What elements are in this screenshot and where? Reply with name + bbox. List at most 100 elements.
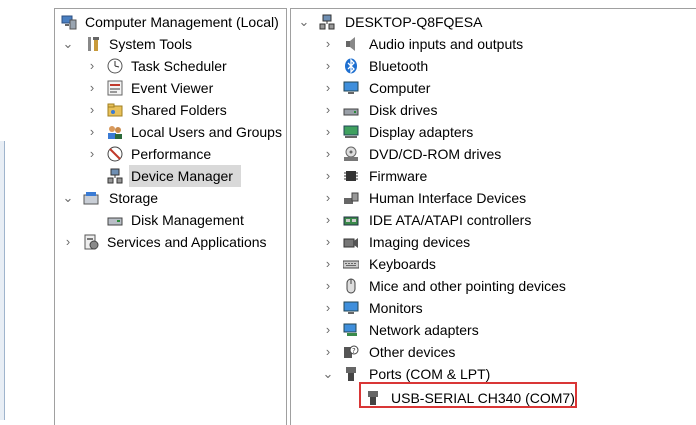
chip-icon	[343, 168, 359, 184]
background-window-edge	[0, 141, 5, 420]
chevron-down-icon[interactable]: ⌄	[297, 11, 311, 33]
tree-label: Disk Management	[131, 212, 244, 228]
unknown-device-icon: ?	[343, 344, 359, 360]
tree-item-shared-folders[interactable]: › Shared Folders	[55, 99, 286, 121]
device-category-mice[interactable]: › Mice and other pointing devices	[291, 275, 696, 297]
chevron-right-icon[interactable]: ›	[321, 165, 335, 187]
tree-label: Human Interface Devices	[369, 190, 527, 206]
chevron-right-icon[interactable]: ›	[321, 55, 335, 77]
tree-label: Disk drives	[369, 102, 438, 118]
chevron-right-icon[interactable]: ›	[85, 99, 99, 121]
clock-icon	[107, 58, 123, 74]
chevron-right-icon[interactable]: ›	[321, 99, 335, 121]
tree-label: Network adapters	[369, 322, 479, 338]
device-category-monitors[interactable]: › Monitors	[291, 297, 696, 319]
tree-item-system-tools[interactable]: ⌄ System Tools	[55, 33, 286, 55]
hid-icon	[343, 190, 359, 206]
chevron-right-icon[interactable]: ›	[321, 33, 335, 55]
chevron-right-icon[interactable]: ›	[321, 297, 335, 319]
tree-label: Bluetooth	[369, 58, 429, 74]
tree-label: Mice and other pointing devices	[369, 278, 566, 294]
device-category-hid[interactable]: › Human Interface Devices	[291, 187, 696, 209]
tree-label: Services and Applications	[107, 234, 267, 250]
tree-label: Event Viewer	[131, 80, 214, 96]
tree-label: Computer	[369, 80, 431, 96]
device-category-other[interactable]: › ? Other devices	[291, 341, 696, 363]
disk-icon	[107, 212, 123, 228]
chevron-down-icon[interactable]: ⌄	[321, 363, 335, 385]
tree-label: Audio inputs and outputs	[369, 36, 524, 52]
tree-label: Keyboards	[369, 256, 436, 272]
device-category-audio[interactable]: › Audio inputs and outputs	[291, 33, 696, 55]
tree-label: Display adapters	[369, 124, 474, 140]
chevron-right-icon[interactable]: ›	[85, 55, 99, 77]
device-category-display-adapters[interactable]: › Display adapters	[291, 121, 696, 143]
tree-item-storage[interactable]: ⌄ Storage	[55, 187, 286, 209]
tree-label: Computer Management (Local)	[85, 14, 279, 30]
chevron-right-icon[interactable]: ›	[321, 253, 335, 275]
chevron-right-icon[interactable]: ›	[321, 77, 335, 99]
tree-item-disk-management[interactable]: Disk Management	[55, 209, 286, 231]
storage-icon	[83, 190, 99, 206]
network-adapter-icon	[343, 322, 359, 338]
tree-label: Task Scheduler	[131, 58, 227, 74]
monitor-icon	[343, 80, 359, 96]
tree-item-desktop-root[interactable]: ⌄ DESKTOP-Q8FQESA	[291, 11, 696, 33]
device-category-ide[interactable]: › IDE ATA/ATAPI controllers	[291, 209, 696, 231]
device-category-firmware[interactable]: › Firmware	[291, 165, 696, 187]
tree-item-task-scheduler[interactable]: › Task Scheduler	[55, 55, 286, 77]
tree-label: System Tools	[109, 36, 192, 52]
device-category-bluetooth[interactable]: › Bluetooth	[291, 55, 696, 77]
tree-item-event-viewer[interactable]: › Event Viewer	[55, 77, 286, 99]
chevron-right-icon[interactable]: ›	[85, 77, 99, 99]
tree-label: Imaging devices	[369, 234, 471, 250]
chevron-right-icon[interactable]: ›	[321, 275, 335, 297]
chevron-right-icon[interactable]: ›	[321, 319, 335, 341]
device-category-imaging[interactable]: › Imaging devices	[291, 231, 696, 253]
console-tree-pane[interactable]: Computer Management (Local) ⌄ System Too…	[54, 8, 287, 425]
chevron-right-icon[interactable]: ›	[61, 231, 75, 253]
device-tree-pane[interactable]: ⌄ DESKTOP-Q8FQESA › Audio inputs and out…	[290, 8, 696, 425]
chevron-right-icon[interactable]: ›	[321, 121, 335, 143]
port-icon	[343, 366, 359, 382]
chevron-right-icon[interactable]: ›	[321, 231, 335, 253]
chevron-down-icon[interactable]: ⌄	[61, 187, 75, 209]
mouse-icon	[343, 278, 359, 294]
tree-label: IDE ATA/ATAPI controllers	[369, 212, 532, 228]
disk-drive-icon	[343, 102, 359, 118]
chevron-right-icon[interactable]: ›	[85, 121, 99, 143]
tree-item-device-manager[interactable]: Device Manager	[55, 165, 286, 187]
dvd-drive-icon	[343, 146, 359, 162]
chevron-down-icon[interactable]: ⌄	[61, 33, 75, 55]
chevron-right-icon[interactable]: ›	[321, 187, 335, 209]
services-icon	[83, 234, 99, 250]
device-category-dvd[interactable]: › DVD/CD-ROM drives	[291, 143, 696, 165]
tree-item-performance[interactable]: › Performance	[55, 143, 286, 165]
shared-folder-icon	[107, 102, 123, 118]
chevron-right-icon[interactable]: ›	[321, 341, 335, 363]
tree-item-local-users-groups[interactable]: › Local Users and Groups	[55, 121, 286, 143]
display-adapter-icon	[343, 124, 359, 140]
device-category-network[interactable]: › Network adapters	[291, 319, 696, 341]
chevron-right-icon[interactable]: ›	[321, 209, 335, 231]
device-category-computer[interactable]: › Computer	[291, 77, 696, 99]
device-category-keyboards[interactable]: › Keyboards	[291, 253, 696, 275]
tree-item-computer-management[interactable]: Computer Management (Local)	[55, 11, 286, 33]
tree-label: Performance	[131, 146, 212, 162]
device-manager-icon	[107, 168, 123, 184]
tools-icon	[85, 36, 101, 52]
tree-label: DESKTOP-Q8FQESA	[345, 14, 483, 30]
tree-label: Device Manager	[131, 168, 233, 184]
bluetooth-icon	[343, 58, 359, 74]
device-category-disk-drives[interactable]: › Disk drives	[291, 99, 696, 121]
tree-item-services-applications[interactable]: › Services and Applications	[55, 231, 286, 253]
computer-management-icon	[61, 14, 77, 30]
event-viewer-icon	[107, 80, 123, 96]
performance-icon	[107, 146, 123, 162]
tree-label: DVD/CD-ROM drives	[369, 146, 502, 162]
monitor-icon	[343, 300, 359, 316]
computer-icon	[319, 14, 335, 30]
chevron-right-icon[interactable]: ›	[321, 143, 335, 165]
chevron-right-icon[interactable]: ›	[85, 143, 99, 165]
speaker-icon	[343, 36, 359, 52]
